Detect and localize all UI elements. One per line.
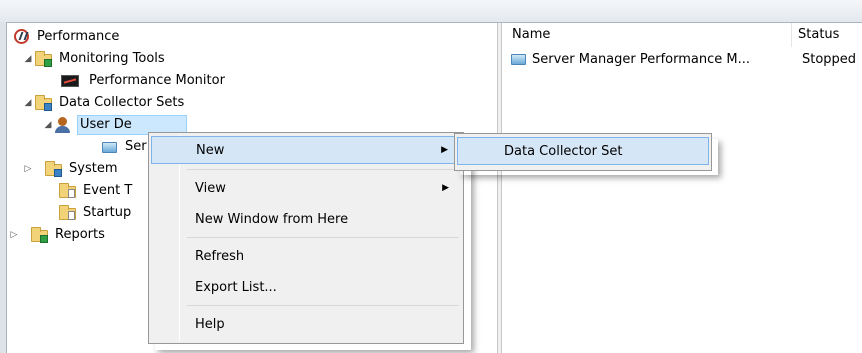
tree-label: Performance Monitor <box>89 73 225 88</box>
collapsed-arrow-icon[interactable]: ▷ <box>7 230 21 240</box>
tree-item-monitoring-tools[interactable]: ◢ Monitoring Tools <box>21 48 167 70</box>
expanded-arrow-icon[interactable]: ◢ <box>21 54 35 64</box>
tree-item-data-collector-sets[interactable]: ◢ Data Collector Sets <box>21 92 186 114</box>
window-top-edge <box>0 0 862 22</box>
menu-item-refresh[interactable]: Refresh <box>151 242 461 270</box>
tree-label: Data Collector Sets <box>59 95 185 110</box>
list-row[interactable]: Server Manager Performance M... Stopped <box>502 49 856 69</box>
tree-label: Performance <box>37 29 120 44</box>
monitor-chart-icon <box>61 73 83 89</box>
menu-item-export-list[interactable]: Export List... <box>151 273 461 301</box>
menu-item-view[interactable]: View ▶ <box>151 174 461 202</box>
tree-label: Event T <box>83 183 133 198</box>
tree-label: Monitoring Tools <box>59 51 165 66</box>
collapsed-arrow-icon[interactable]: ▷ <box>21 164 35 174</box>
row-status: Stopped <box>802 51 857 67</box>
tree-item-server-manager[interactable]: Ser <box>101 136 149 158</box>
data-collector-set-icon <box>510 51 528 67</box>
expanded-arrow-icon[interactable]: ◢ <box>41 120 55 130</box>
menu-item-label: Refresh <box>195 248 245 264</box>
menu-separator <box>187 237 459 238</box>
menu-separator <box>187 169 459 170</box>
context-menu: New ▶ View ▶ New Window from Here Refres… <box>148 132 464 344</box>
tree-label: Ser <box>125 139 147 154</box>
menu-item-label: Help <box>195 316 225 332</box>
row-name: Server Manager Performance M... <box>532 51 751 67</box>
menu-item-label: View <box>195 180 226 196</box>
tree-item-startup[interactable]: Startup <box>59 202 133 224</box>
expanded-arrow-icon[interactable]: ◢ <box>21 98 35 108</box>
tree-item-event-trace[interactable]: Event T <box>59 180 134 202</box>
menu-item-new[interactable]: New ▶ <box>151 136 461 164</box>
menu-item-label: Data Collector Set <box>504 143 623 159</box>
folder-icon <box>31 227 49 243</box>
tree-item-performance-monitor[interactable]: Performance Monitor <box>61 70 227 92</box>
tree-item-performance[interactable]: Performance <box>13 26 121 48</box>
tree-item-system[interactable]: ▷ System <box>21 158 119 180</box>
menu-item-label: Export List... <box>195 279 277 295</box>
folder-icon <box>35 95 53 111</box>
column-header-status[interactable]: Status <box>792 23 862 47</box>
results-list: Name Status Server Manager Performance M… <box>502 23 862 353</box>
list-header: Name Status <box>502 23 862 47</box>
menu-item-label: New Window from Here <box>195 211 349 227</box>
performance-icon <box>13 29 31 45</box>
folder-icon <box>35 51 53 67</box>
menu-item-new-window[interactable]: New Window from Here <box>151 205 461 233</box>
tree-label: Reports <box>55 227 105 242</box>
folder-icon <box>59 183 77 199</box>
menu-separator <box>187 305 459 306</box>
folder-icon <box>45 161 63 177</box>
folder-icon <box>59 205 77 221</box>
column-header-name[interactable]: Name <box>502 23 792 47</box>
tree-item-reports[interactable]: ▷ Reports <box>7 224 107 246</box>
tree-label: System <box>69 161 118 176</box>
tree-label: Startup <box>83 205 132 220</box>
data-collector-set-icon <box>101 139 119 155</box>
menu-item-help[interactable]: Help <box>151 310 461 338</box>
menu-item-label: New <box>196 142 225 158</box>
submenu-arrow-icon: ▶ <box>442 183 449 193</box>
menu-item-data-collector-set[interactable]: Data Collector Set <box>457 137 709 165</box>
submenu-arrow-icon: ▶ <box>441 145 448 155</box>
submenu-new: Data Collector Set <box>454 133 712 171</box>
user-icon <box>55 117 73 133</box>
